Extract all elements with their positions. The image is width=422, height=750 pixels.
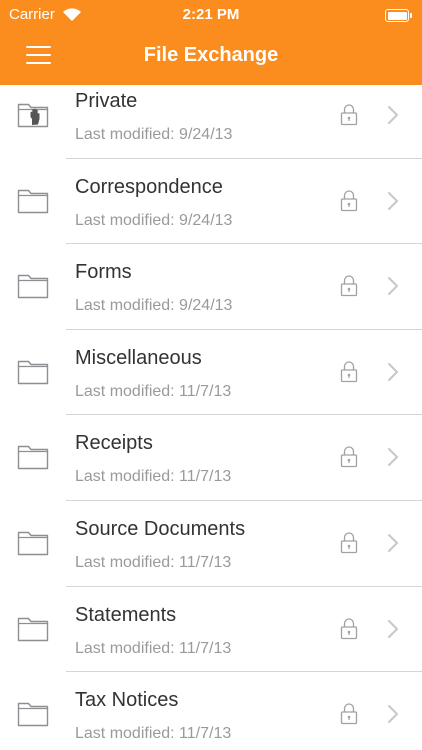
chevron-right-icon bbox=[388, 277, 398, 296]
private-folder-icon bbox=[17, 103, 49, 128]
folder-modified-date: Last modified: 11/7/13 bbox=[75, 553, 232, 571]
folder-row[interactable]: Tax Notices Last modified: 11/7/13 bbox=[0, 672, 422, 750]
folder-row[interactable]: Miscellaneous Last modified: 11/7/13 bbox=[0, 330, 422, 416]
page-title: File Exchange bbox=[143, 44, 279, 66]
folder-modified-date: Last modified: 9/24/13 bbox=[75, 211, 233, 229]
folder-list[interactable]: Private Last modified: 9/24/13 Correspon… bbox=[0, 73, 422, 750]
folder-row[interactable]: Private Last modified: 9/24/13 bbox=[0, 73, 422, 159]
chevron-right-icon bbox=[388, 619, 398, 638]
folder-name: Statements bbox=[75, 603, 177, 626]
folder-row[interactable]: Statements Last modified: 11/7/13 bbox=[0, 587, 422, 673]
chevron-right-icon bbox=[388, 533, 398, 552]
folder-name: Miscellaneous bbox=[75, 346, 202, 369]
folder-icon bbox=[17, 702, 49, 727]
folder-modified-date: Last modified: 11/7/13 bbox=[75, 468, 232, 486]
lock-icon bbox=[340, 446, 358, 468]
folder-icon bbox=[17, 617, 49, 641]
chevron-right-icon bbox=[388, 362, 398, 381]
lock-icon bbox=[340, 617, 358, 639]
folder-row[interactable]: Forms Last modified: 9/24/13 bbox=[0, 244, 422, 330]
folder-icon bbox=[17, 189, 49, 213]
folder-name: Tax Notices bbox=[75, 689, 179, 712]
lock-icon bbox=[340, 532, 358, 554]
folder-name: Receipts bbox=[75, 432, 153, 455]
battery-icon bbox=[385, 9, 413, 22]
folder-name: Correspondence bbox=[75, 175, 223, 198]
lock-icon bbox=[340, 275, 358, 297]
folder-modified-date: Last modified: 11/7/13 bbox=[75, 725, 232, 743]
folder-name: Private bbox=[75, 90, 138, 112]
folder-row[interactable]: Correspondence Last modified: 9/24/13 bbox=[0, 159, 422, 245]
app-header: Carrier 2:21 PM File Exchange bbox=[0, 0, 422, 85]
chevron-right-icon bbox=[388, 448, 398, 467]
lock-icon bbox=[340, 361, 358, 382]
folder-row[interactable]: Source Documents Last modified: 11/7/13 bbox=[0, 501, 422, 587]
folder-modified-date: Last modified: 11/7/13 bbox=[75, 639, 232, 657]
chevron-right-icon bbox=[388, 705, 398, 724]
folder-modified-date: Last modified: 9/24/13 bbox=[75, 297, 233, 315]
lock-icon bbox=[340, 703, 358, 725]
chevron-right-icon bbox=[388, 106, 398, 124]
folder-name: Forms bbox=[75, 261, 132, 284]
folder-icon bbox=[17, 274, 49, 299]
folder-row[interactable]: Receipts Last modified: 11/7/13 bbox=[0, 415, 422, 501]
folder-icon bbox=[17, 531, 49, 556]
folder-modified-date: Last modified: 9/24/13 bbox=[75, 126, 233, 143]
chevron-right-icon bbox=[388, 191, 398, 210]
folder-icon bbox=[17, 446, 49, 470]
folder-name: Source Documents bbox=[75, 517, 246, 540]
folder-modified-date: Last modified: 11/7/13 bbox=[75, 382, 232, 400]
lock-icon bbox=[340, 104, 358, 126]
navigation-bar: File Exchange bbox=[0, 30, 422, 85]
folder-icon bbox=[17, 360, 49, 384]
app-screen: Private Last modified: 9/24/13 Correspon… bbox=[0, 0, 422, 750]
status-time: 2:21 PM bbox=[182, 6, 240, 23]
status-bar: Carrier 2:21 PM bbox=[0, 0, 422, 30]
lock-icon bbox=[340, 189, 358, 211]
